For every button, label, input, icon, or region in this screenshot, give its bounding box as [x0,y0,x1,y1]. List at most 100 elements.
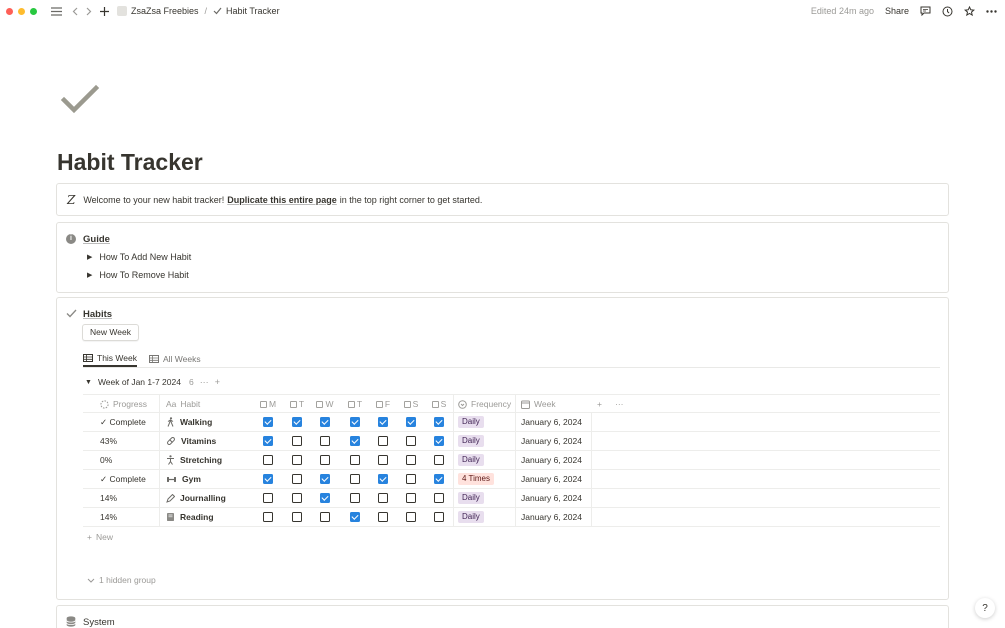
table-row[interactable]: 43% Vitamins Daily January 6, 2024 [83,432,940,451]
day-checkbox[interactable] [378,436,388,446]
frequency-cell[interactable]: Daily [453,413,515,431]
habit-cell[interactable]: Reading [159,508,254,526]
toggle-triangle-icon[interactable]: ▶ [87,271,92,279]
day-checkbox[interactable] [406,436,416,446]
habit-cell[interactable]: Walking [159,413,254,431]
day-checkbox[interactable] [378,493,388,503]
callout-duplicate-link[interactable]: Duplicate this entire page [227,195,337,205]
day-checkbox[interactable] [263,512,273,522]
habit-name[interactable]: Stretching [180,455,222,465]
day-checkbox[interactable] [350,493,360,503]
day-checkbox[interactable] [378,417,388,427]
habit-name[interactable]: Journalling [180,493,226,503]
column-header-frequency[interactable]: Frequency [453,395,515,413]
day-checkbox[interactable] [350,436,360,446]
add-property-icon[interactable]: + [597,395,609,413]
day-checkbox[interactable] [378,455,388,465]
column-header-day[interactable]: S [425,395,453,413]
day-checkbox[interactable] [263,455,273,465]
habit-name[interactable]: Gym [182,474,201,484]
frequency-cell[interactable]: Daily [453,508,515,526]
day-checkbox[interactable] [350,474,360,484]
week-cell[interactable]: January 6, 2024 [515,413,591,431]
table-row[interactable]: 14% Reading Daily January 6, 2024 [83,508,940,527]
day-checkbox[interactable] [292,493,302,503]
hidden-group-toggle[interactable]: 1 hidden group [87,575,156,585]
week-cell[interactable]: January 6, 2024 [515,470,591,488]
column-header-week[interactable]: Week [515,395,591,413]
guide-toggle-remove-habit[interactable]: ▶ How To Remove Habit [87,270,189,280]
day-checkbox[interactable] [292,512,302,522]
breadcrumb-workspace[interactable]: ZsaZsa Freebies [131,6,199,16]
day-checkbox[interactable] [320,417,330,427]
day-checkbox[interactable] [263,417,273,427]
group-collapse-triangle-icon[interactable]: ▼ [85,379,92,386]
day-checkbox[interactable] [263,474,273,484]
share-button[interactable]: Share [885,6,909,16]
more-options-icon[interactable] [986,9,997,13]
table-row[interactable]: 14% Journalling Daily January 6, 2024 [83,489,940,508]
column-header-day[interactable]: M [254,395,282,413]
day-checkbox[interactable] [434,512,444,522]
day-checkbox[interactable] [378,512,388,522]
habit-name[interactable]: Walking [180,417,212,427]
help-button[interactable]: ? [975,598,995,618]
week-cell[interactable]: January 6, 2024 [515,432,591,450]
frequency-cell[interactable]: Daily [453,432,515,450]
column-header-day[interactable]: F [369,395,397,413]
column-header-habit[interactable]: Aa Habit [159,395,254,413]
day-checkbox[interactable] [263,436,273,446]
tab-this-week[interactable]: This Week [83,350,137,367]
breadcrumb-page[interactable]: Habit Tracker [226,6,280,16]
system-title[interactable]: System [83,617,115,628]
habit-cell[interactable]: Journalling [159,489,254,507]
column-header-day[interactable]: S [397,395,425,413]
habit-cell[interactable]: Vitamins [159,432,254,450]
frequency-cell[interactable]: Daily [453,489,515,507]
comments-icon[interactable] [920,6,931,16]
table-row[interactable]: ✓ Complete Gym 4 Times January 6, 2024 [83,470,940,489]
group-more-icon[interactable]: ··· [200,377,209,387]
day-checkbox[interactable] [434,474,444,484]
back-arrow-icon[interactable] [72,7,78,16]
favorite-star-icon[interactable] [964,5,975,17]
frequency-cell[interactable]: Daily [453,451,515,469]
day-checkbox[interactable] [320,493,330,503]
week-cell[interactable]: January 6, 2024 [515,451,591,469]
minimize-window-button[interactable] [18,7,25,15]
sidebar-menu-icon[interactable] [51,6,62,16]
day-checkbox[interactable] [434,455,444,465]
column-header-day[interactable]: W [311,395,339,413]
column-header-progress[interactable]: Progress [83,395,159,413]
toggle-triangle-icon[interactable]: ▶ [87,253,92,261]
day-checkbox[interactable] [320,512,330,522]
frequency-cell[interactable]: 4 Times [453,470,515,488]
week-cell[interactable]: January 6, 2024 [515,489,591,507]
forward-arrow-icon[interactable] [86,7,92,16]
habit-name[interactable]: Reading [180,512,214,522]
table-row[interactable]: 0% Stretching Daily January 6, 2024 [83,451,940,470]
guide-title[interactable]: Guide [83,234,110,245]
day-checkbox[interactable] [320,436,330,446]
new-page-plus-icon[interactable] [100,6,109,16]
day-checkbox[interactable] [406,474,416,484]
day-checkbox[interactable] [406,512,416,522]
column-header-day[interactable]: T [283,395,311,413]
new-week-button[interactable]: New Week [82,324,139,341]
add-new-row-button[interactable]: + New [87,532,113,542]
guide-toggle-add-habit[interactable]: ▶ How To Add New Habit [87,252,191,262]
day-checkbox[interactable] [350,512,360,522]
page-title[interactable]: Habit Tracker [57,149,203,176]
group-add-icon[interactable]: + [215,377,220,387]
day-checkbox[interactable] [292,417,302,427]
day-checkbox[interactable] [320,474,330,484]
day-checkbox[interactable] [263,493,273,503]
habit-cell[interactable]: Stretching [159,451,254,469]
tab-all-weeks[interactable]: All Weeks [149,350,201,367]
history-clock-icon[interactable] [942,6,953,17]
day-checkbox[interactable] [378,474,388,484]
day-checkbox[interactable] [434,436,444,446]
day-checkbox[interactable] [406,493,416,503]
close-window-button[interactable] [6,7,13,15]
day-checkbox[interactable] [350,455,360,465]
